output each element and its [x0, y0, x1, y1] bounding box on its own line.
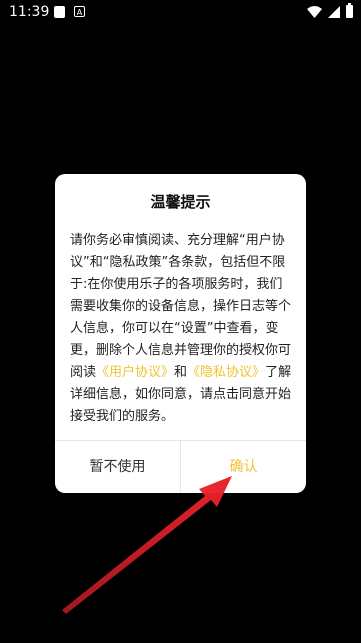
body-text-1: 请你务必审慎阅读、充分理解“用户协议”和“隐私政策”各条款，包括但不限于:在你使…: [70, 233, 292, 380]
body-text-2: 和: [174, 365, 188, 380]
privacy-policy-link[interactable]: 《隐私协议》: [187, 365, 265, 380]
decline-button[interactable]: 暂不使用: [55, 441, 180, 493]
notification-square-icon: [54, 6, 65, 18]
a-badge-icon: A: [74, 6, 85, 17]
dialog-body: 请你务必审慎阅读、充分理解“用户协议”和“隐私政策”各条款，包括但不限于:在你使…: [70, 230, 294, 428]
status-icons: [307, 3, 353, 18]
wifi-icon: [307, 5, 322, 18]
privacy-dialog: 温馨提示 请你务必审慎阅读、充分理解“用户协议”和“隐私政策”各条款，包括但不限…: [55, 174, 306, 493]
status-time: 11:39: [9, 4, 50, 20]
confirm-button[interactable]: 确认: [181, 441, 306, 493]
battery-icon: [346, 3, 353, 18]
signal-icon: [328, 5, 340, 18]
user-agreement-link[interactable]: 《用户协议》: [96, 365, 174, 380]
status-bar: 11:39 A: [0, 0, 361, 26]
dialog-title: 温馨提示: [150, 193, 211, 211]
